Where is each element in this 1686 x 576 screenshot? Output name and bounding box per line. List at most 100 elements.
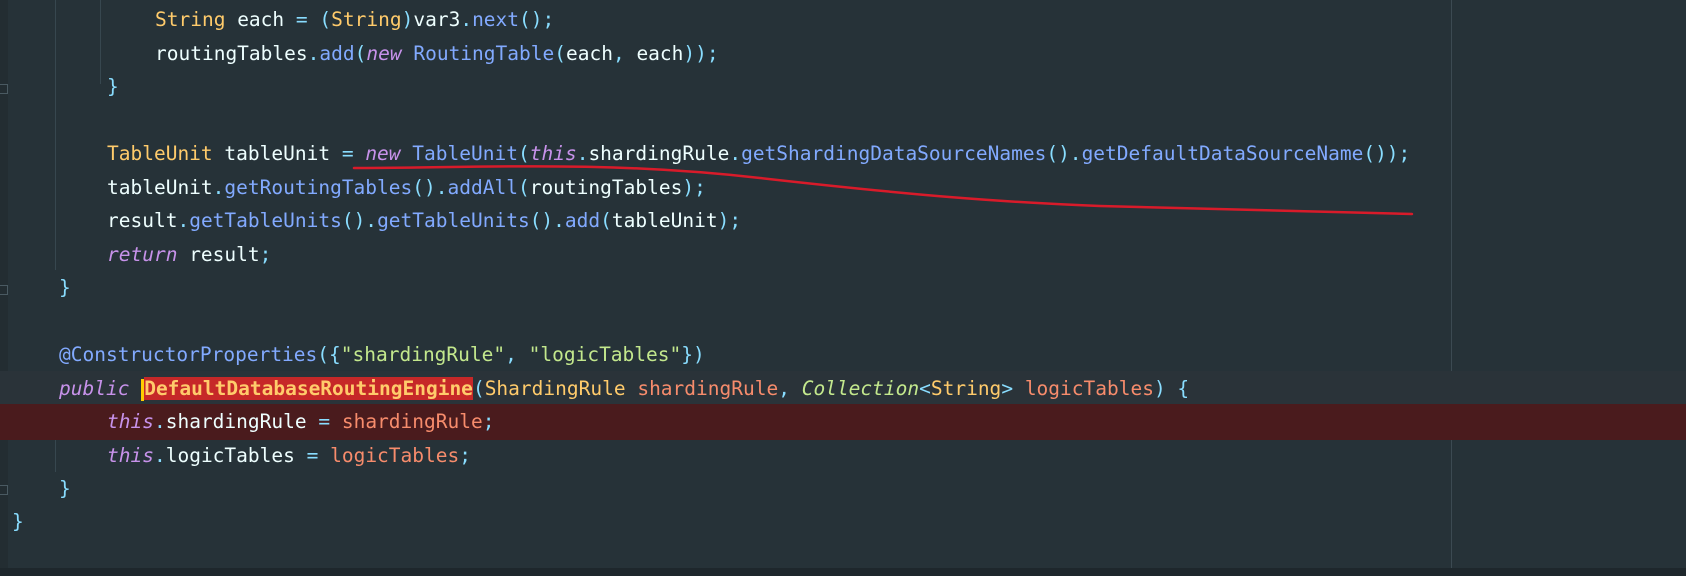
code-token: , [505, 343, 529, 366]
code-token: ( [517, 176, 530, 199]
breakpoint-line[interactable]: this.shardingRule = shardingRule; [0, 404, 1686, 440]
code-line[interactable]: TableUnit tableUnit = new TableUnit(this… [0, 136, 1686, 172]
code-line[interactable] [0, 103, 1686, 139]
code-token: this [107, 410, 154, 433]
code-token: var3 [413, 8, 461, 31]
code-token: each [225, 8, 296, 31]
code-text: } [59, 471, 71, 507]
code-token: this [529, 142, 577, 165]
code-token: ; [459, 444, 471, 467]
code-token: result [107, 209, 178, 232]
code-token: ); [717, 209, 742, 232]
code-token: logicTables [165, 444, 295, 467]
code-token: this [107, 444, 154, 467]
code-token: public [59, 377, 130, 400]
code-token: result [177, 243, 260, 266]
code-token: , [612, 42, 637, 65]
code-token: (). [341, 209, 378, 232]
code-token: RoutingTable [413, 42, 555, 65]
code-token: add [564, 209, 601, 232]
code-token: . [153, 410, 166, 433]
code-line[interactable]: } [0, 471, 1686, 507]
code-token: )); [683, 42, 719, 65]
code-token: next [472, 8, 520, 31]
code-line[interactable]: tableUnit.getRoutingTables().addAll(rout… [0, 170, 1686, 206]
code-token: (). [529, 209, 565, 232]
code-text: this.logicTables = logicTables; [107, 438, 471, 474]
code-line[interactable]: String each = (String)var3.next(); [0, 2, 1686, 38]
code-token: add [319, 42, 355, 65]
code-token: . [153, 444, 166, 467]
code-token: shardingRule [341, 410, 483, 433]
code-token: addAll [447, 176, 518, 199]
code-token: ( [517, 142, 530, 165]
code-token: ; [482, 410, 495, 433]
code-token: ) [401, 8, 414, 31]
code-text: } [12, 504, 24, 540]
code-token: = [341, 142, 354, 165]
code-token: (). [412, 176, 448, 199]
code-token: routingTables [155, 42, 308, 65]
code-token: tableUnit [212, 142, 342, 165]
code-line[interactable]: } [0, 270, 1686, 306]
code-line[interactable] [0, 304, 1686, 340]
code-token: } [59, 276, 71, 299]
code-token: TableUnit [412, 142, 518, 165]
code-token: "shardingRule" [340, 343, 506, 366]
code-token: . [576, 142, 589, 165]
bottom-bar [0, 568, 1686, 576]
code-token: . [212, 176, 225, 199]
code-token: String [331, 8, 402, 31]
code-token: getTableUnits [189, 209, 342, 232]
code-token: } [12, 510, 24, 533]
code-line[interactable]: public DefaultDatabaseRoutingEngine(Shar… [0, 371, 1686, 407]
code-token: logicTables [1024, 377, 1154, 400]
code-text: this.shardingRule = shardingRule; [107, 404, 494, 440]
code-token: getTableUnits [377, 209, 530, 232]
code-token: String [930, 377, 1002, 400]
code-token: getRoutingTables [224, 176, 413, 199]
code-token: = [294, 444, 331, 467]
code-token: Collection [801, 377, 920, 400]
code-token: new [366, 42, 402, 65]
code-token: tableUnit [107, 176, 213, 199]
code-token: each [565, 42, 613, 65]
code-token: ) { [1153, 377, 1190, 400]
code-text: } [107, 69, 119, 105]
code-token: ( [554, 42, 566, 65]
code-line[interactable]: } [0, 69, 1686, 105]
code-line[interactable]: routingTables.add(new RoutingTable(each,… [0, 36, 1686, 72]
code-line[interactable]: return result; [0, 237, 1686, 273]
code-line[interactable]: } [0, 504, 1686, 540]
code-token: TableUnit [107, 142, 213, 165]
code-token: "logicTables" [528, 343, 682, 366]
code-token: @ConstructorProperties [59, 343, 318, 366]
code-line[interactable]: this.logicTables = logicTables; [0, 438, 1686, 474]
code-text: tableUnit.getRoutingTables().addAll(rout… [107, 170, 706, 206]
code-token: ; [259, 243, 272, 266]
selected-identifier: DefaultDatabaseRoutingEngine [144, 377, 473, 400]
code-token: ( [307, 8, 332, 31]
code-token: ()); [1363, 142, 1411, 165]
code-token: = [306, 410, 342, 433]
code-token: getDefaultDataSourceName [1081, 142, 1364, 165]
code-token: logicTables [330, 444, 460, 467]
code-token: } [59, 477, 71, 500]
code-text: TableUnit tableUnit = new TableUnit(this… [107, 136, 1410, 172]
code-token: < [919, 377, 931, 400]
code-token: return [107, 243, 178, 266]
code-line[interactable]: @ConstructorProperties({"shardingRule", … [0, 337, 1686, 373]
code-token: ({ [317, 343, 341, 366]
code-token: ( [600, 209, 612, 232]
code-token: > [1001, 377, 1014, 400]
code-token: shardingRule [165, 410, 307, 433]
code-token: = [295, 8, 308, 31]
code-token: . [729, 142, 742, 165]
code-token: } [107, 75, 119, 98]
code-line[interactable]: result.getTableUnits().getTableUnits().a… [0, 203, 1686, 239]
code-editor[interactable]: String each = (String)var3.next(); routin… [0, 0, 1686, 576]
